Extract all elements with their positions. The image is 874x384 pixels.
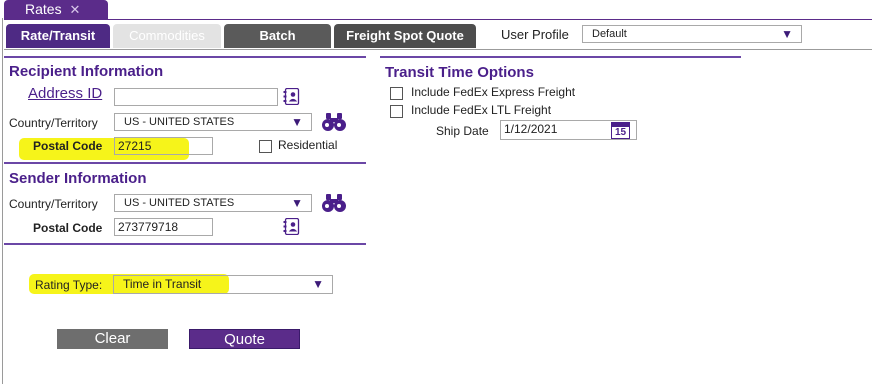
recipient-bottom-rule (4, 162, 366, 164)
user-profile-label: User Profile (501, 27, 569, 42)
rates-tab-title: Rates (25, 1, 62, 17)
rating-type-label: Rating Type: (35, 278, 103, 292)
tab-rate-transit[interactable]: Rate/Transit (6, 24, 110, 48)
calendar-day: 15 (614, 127, 627, 138)
address-id-link[interactable]: Address ID (28, 85, 102, 102)
sender-country-value: US - UNITED STATES (124, 197, 235, 209)
recipient-country-select[interactable]: US - UNITED STATES ▼ (114, 113, 312, 131)
ltl-freight-label: Include FedEx LTL Freight (411, 103, 552, 117)
recipient-top-rule (4, 56, 366, 58)
address-book-icon[interactable] (283, 218, 301, 235)
dropdown-arrow-icon: ▼ (312, 277, 324, 291)
transit-section-title: Transit Time Options (385, 64, 534, 81)
sender-postal-input[interactable]: 273779718 (114, 218, 213, 236)
tab-freight-spot-quote[interactable]: Freight Spot Quote (334, 24, 476, 48)
address-book-icon[interactable] (283, 88, 301, 105)
ship-date-label: Ship Date (436, 124, 489, 138)
express-freight-checkbox[interactable] (390, 87, 403, 100)
sender-country-label: Country/Territory (9, 197, 98, 211)
residential-checkbox[interactable] (259, 140, 272, 153)
rating-type-value: Time in Transit (123, 277, 202, 291)
recipient-country-label: Country/Territory (9, 116, 98, 130)
rating-type-select[interactable]: Time in Transit ▼ (113, 275, 333, 294)
user-profile-value: Default (592, 28, 627, 40)
sender-postal-label: Postal Code (33, 221, 103, 235)
transit-top-rule (380, 56, 741, 58)
dropdown-arrow-icon: ▼ (291, 196, 303, 210)
express-freight-label: Include FedEx Express Freight (411, 85, 576, 99)
tabs-rule (4, 49, 872, 50)
calendar-icon[interactable]: 15 (611, 122, 630, 139)
rates-window-tab[interactable]: Rates ✕ (4, 0, 108, 19)
recipient-section-title: Recipient Information (9, 63, 164, 80)
binoculars-icon[interactable] (321, 112, 347, 132)
residential-label: Residential (278, 138, 338, 152)
recipient-country-value: US - UNITED STATES (124, 116, 235, 128)
sender-bottom-rule (4, 243, 366, 245)
user-profile-select[interactable]: Default ▼ (582, 25, 802, 43)
close-icon[interactable]: ✕ (69, 2, 80, 17)
tab-commodities: Commodities (113, 24, 221, 48)
recipient-postal-label: Postal Code (33, 139, 103, 153)
binoculars-icon[interactable] (321, 193, 347, 213)
address-id-input[interactable] (114, 88, 278, 106)
sender-section-title: Sender Information (9, 170, 147, 187)
dropdown-arrow-icon: ▼ (291, 115, 303, 129)
ltl-freight-checkbox[interactable] (390, 105, 403, 118)
clear-button[interactable]: Clear (57, 329, 168, 349)
recipient-postal-input[interactable]: 27215 (114, 137, 213, 155)
dropdown-arrow-icon: ▼ (781, 27, 793, 41)
tab-strip-rule (4, 19, 872, 20)
sender-country-select[interactable]: US - UNITED STATES ▼ (114, 194, 312, 212)
tab-batch[interactable]: Batch (224, 24, 331, 48)
frame-left-border (2, 18, 3, 384)
quote-button[interactable]: Quote (189, 329, 300, 349)
